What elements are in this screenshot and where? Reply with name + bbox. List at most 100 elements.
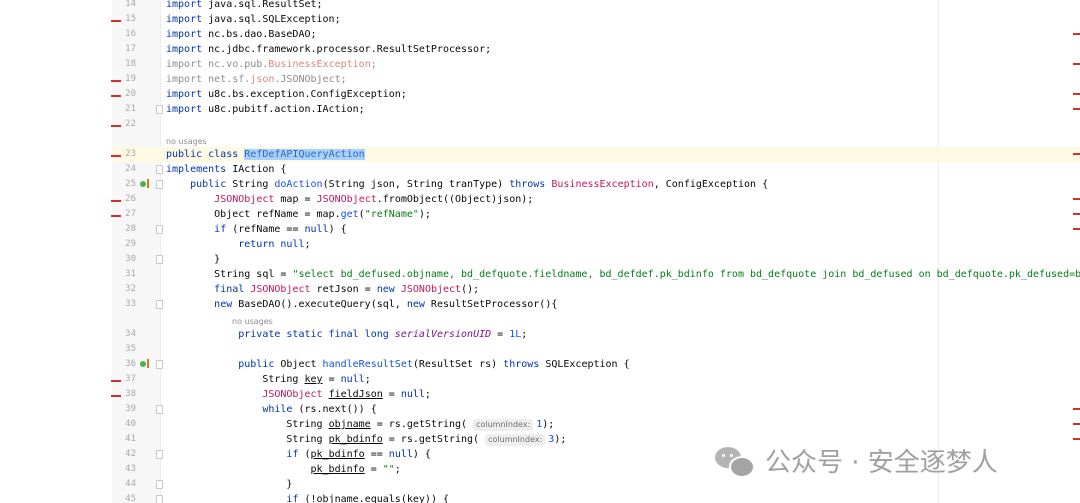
fold-icon[interactable] [156,405,163,414]
code-text: if (refName == null) { [214,224,347,235]
error-stripe-marker[interactable] [1073,108,1080,110]
code-line[interactable]: 26 JSONObject map = JSONObject.fromObjec… [112,192,1080,207]
code-text: String sql = "select bd_defused.objname,… [166,269,1080,280]
line-number: 30 [125,254,136,264]
code-text: JSONObject map = JSONObject.fromObject((… [214,194,534,205]
code-line[interactable]: 17 import nc.jdbc.framework.processor.Res… [112,42,1080,57]
fold-icon[interactable] [156,495,163,503]
code-text: import u8c.bs.exception.ConfigException; [166,89,407,100]
fold-icon[interactable] [156,480,163,489]
line-number: 44 [125,479,136,489]
fold-icon[interactable] [156,225,163,234]
code-text: public class RefDefAPIQueryAction [166,149,365,160]
code-text: implements IAction { [166,164,287,175]
code-line[interactable]: 19 import net.sf.json.JSONObject; [112,72,1080,87]
change-marker [111,20,121,22]
line-number: 24 [125,164,136,174]
code-line[interactable]: 34 private static final long serialVersi… [112,327,1080,342]
code-text: if (pk_bdinfo == null) { [286,449,431,460]
change-marker [111,215,121,217]
code-text: public String doAction(String json, Stri… [190,179,769,190]
error-stripe-marker[interactable] [1073,423,1080,425]
code-text: private static final long serialVersionU… [238,329,528,340]
code-text: import nc.jdbc.framework.processor.Resul… [166,44,492,55]
code-line[interactable]: 21 import u8c.pubitf.action.IAction; [112,102,1080,117]
line-number: 28 [125,224,136,234]
code-line[interactable]: 22 [112,117,1080,132]
code-line[interactable]: 32 final JSONObject retJson = new JSONOb… [112,282,1080,297]
line-number: 36 [125,359,136,369]
code-line[interactable]: 23 public class RefDefAPIQueryAction [112,147,1080,162]
line-number: 34 [125,329,136,339]
code-text: String key = null; [166,374,371,385]
code-line[interactable]: 24 implements IAction { [112,162,1080,177]
fold-icon[interactable] [156,255,163,264]
code-line[interactable]: 37 String key = null; [112,372,1080,387]
line-number: 43 [125,464,136,474]
code-line[interactable]: 39 while (rs.next()) { [112,402,1080,417]
code-line[interactable]: 20 import u8c.bs.exception.ConfigExceptio… [112,87,1080,102]
code-text: final JSONObject retJson = new JSONObjec… [214,284,480,295]
code-line[interactable]: 40 String objname = rs.getString( column… [112,417,1080,432]
error-stripe-marker[interactable] [1073,63,1080,65]
code-line[interactable]: 35 [112,342,1080,357]
code-text: JSONObject fieldJson = null; [262,389,431,400]
code-line[interactable]: 45 if (!objname.equals(key)) { [112,492,1080,503]
error-stripe-marker[interactable] [1073,408,1080,410]
code-line[interactable]: 16 import nc.bs.dao.BaseDAO; [112,27,1080,42]
code-line[interactable]: 28 if (refName == null) { [112,222,1080,237]
code-line[interactable]: 25 public String doAction(String json, S… [112,177,1080,192]
fold-icon[interactable] [156,165,163,174]
error-stripe-marker[interactable] [1073,438,1080,440]
fold-icon[interactable] [156,180,163,189]
override-icon[interactable] [140,181,146,187]
change-marker [111,125,121,127]
code-text: pk_bdinfo = ""; [310,464,401,475]
line-number: 29 [125,239,136,249]
line-number: 45 [125,494,136,503]
error-stripe-marker[interactable] [1073,213,1080,215]
error-stripe-marker[interactable] [1073,153,1080,155]
fold-icon[interactable] [156,360,163,369]
watermark: 公众号 · 安全逐梦人 [715,442,998,478]
code-line[interactable]: 44 } [112,477,1080,492]
line-number: 33 [125,299,136,309]
code-text: new BaseDAO().executeQuery(sql, new Resu… [214,299,558,310]
code-line[interactable]: 31 String sql = "select bd_defused.objna… [112,267,1080,282]
code-editor[interactable]: 14 import java.sql.ResultSet; 15 import jav… [112,0,1080,503]
usage-hint: no usages [112,132,1080,147]
line-number: 32 [125,284,136,294]
line-number: 21 [125,104,136,114]
implements-marker-icon[interactable] [147,359,149,368]
code-text: } [166,254,221,265]
fold-icon[interactable] [156,300,163,309]
code-line[interactable]: 14 import java.sql.ResultSet; [112,0,1080,12]
code-text: import net.sf.json.JSONObject; [166,74,347,85]
wechat-icon [715,445,755,478]
fold-icon[interactable] [156,105,163,114]
error-stripe-marker[interactable] [1073,228,1080,230]
fold-icon[interactable] [156,450,163,459]
error-stripe-marker[interactable] [1073,93,1080,95]
code-text: import nc.bs.dao.BaseDAO; [166,29,317,40]
left-panel [0,0,112,503]
change-marker [111,395,121,397]
implements-marker-icon[interactable] [147,179,149,188]
code-line[interactable]: 33 new BaseDAO().executeQuery(sql, new R… [112,297,1080,312]
override-icon[interactable] [140,361,146,367]
code-line[interactable]: 27 Object refName = map.get("refName"); [112,207,1080,222]
line-number: 35 [125,344,136,354]
line-number: 25 [125,179,136,189]
line-number: 17 [125,44,136,54]
code-line[interactable]: 30 } [112,252,1080,267]
error-stripe-marker[interactable] [1073,33,1080,35]
code-line[interactable]: 38 JSONObject fieldJson = null; [112,387,1080,402]
code-text: if (!objname.equals(key)) { [286,494,450,503]
code-line[interactable]: 15 import java.sql.SQLException; [112,12,1080,27]
code-text: import java.sql.ResultSet; [166,0,323,10]
error-stripe-marker[interactable] [1073,198,1080,200]
code-line[interactable]: 36 public Object handleResultSet(ResultS… [112,357,1080,372]
code-text: } [166,479,293,490]
code-line[interactable]: 29 return null; [112,237,1080,252]
code-line[interactable]: 18 import nc.vo.pub.BusinessException; [112,57,1080,72]
